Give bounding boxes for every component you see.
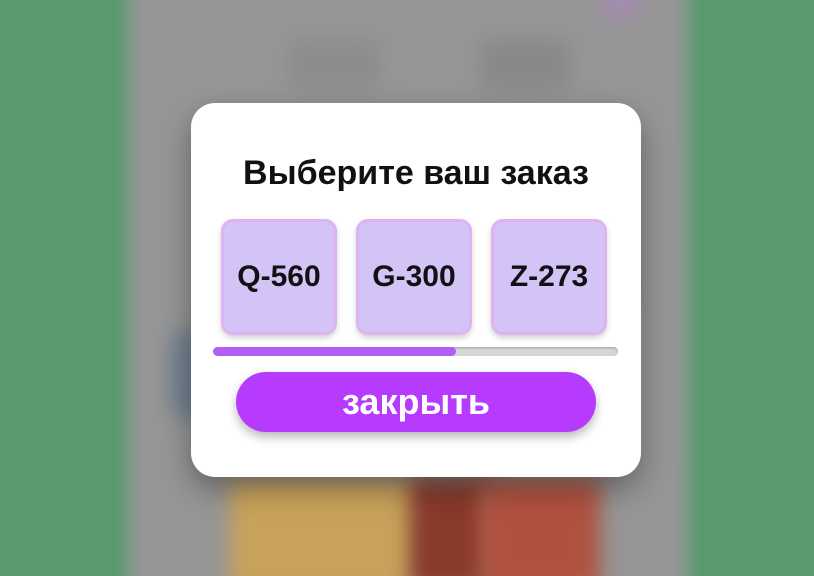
order-select-dialog: Выберите ваш заказ Q-560 G-300 Z-273 зак… xyxy=(191,103,641,477)
timer-progress-fill xyxy=(213,347,456,356)
background-element xyxy=(480,40,570,90)
dialog-title: Выберите ваш заказ xyxy=(243,154,589,192)
order-option-card[interactable]: G-300 xyxy=(356,219,472,335)
background-element xyxy=(290,40,380,90)
background-element xyxy=(230,480,420,576)
order-option-label: Z-273 xyxy=(509,260,589,293)
order-option-label: G-300 xyxy=(372,260,456,293)
order-option-label: Q-560 xyxy=(237,260,321,293)
order-options: Q-560 G-300 Z-273 xyxy=(221,219,613,339)
order-option-card[interactable]: Z-273 xyxy=(491,219,607,335)
close-button[interactable]: закрыть xyxy=(236,372,596,432)
background-element xyxy=(480,480,600,576)
timer-progress-bar xyxy=(213,347,618,356)
order-option-card[interactable]: Q-560 xyxy=(221,219,337,335)
background-element xyxy=(410,480,490,576)
